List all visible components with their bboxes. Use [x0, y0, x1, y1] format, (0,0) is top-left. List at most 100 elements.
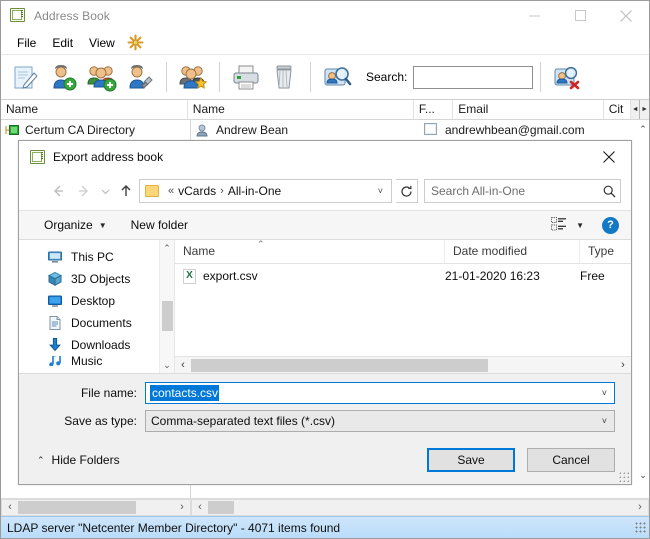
- address-breadcrumb-bar[interactable]: « vCards › All-in-One ˅: [139, 179, 392, 203]
- file-col-header-type[interactable]: Type: [580, 240, 631, 263]
- file-list-rows[interactable]: X export.csv 21-01-2020 16:23 Free: [175, 264, 631, 356]
- sidebar-item-this-pc[interactable]: This PC: [19, 246, 174, 268]
- contact-email: andrewhbean@gmail.com: [445, 123, 585, 137]
- breadcrumb-overflow[interactable]: «: [164, 185, 178, 197]
- view-dropdown-caret-icon[interactable]: ▼: [576, 221, 584, 230]
- dialog-resize-grip-icon[interactable]: [619, 472, 629, 482]
- save-button[interactable]: Save: [427, 448, 515, 472]
- 3d-objects-icon: [47, 271, 63, 287]
- sidebar-scroll-track[interactable]: [160, 256, 175, 357]
- recent-locations-button[interactable]: [97, 178, 113, 204]
- forward-button[interactable]: [71, 178, 97, 204]
- maximize-button[interactable]: [557, 1, 603, 30]
- chevron-down-icon[interactable]: ˅: [595, 416, 614, 426]
- cancel-button[interactable]: Cancel: [527, 448, 615, 472]
- new-contact-icon[interactable]: [45, 58, 83, 96]
- file-name-input[interactable]: contacts.csv ˅: [145, 382, 615, 404]
- hscroll-right-arrow[interactable]: ›: [174, 500, 190, 515]
- col-header-name[interactable]: Name: [188, 100, 414, 119]
- dialog-close-button[interactable]: [587, 142, 631, 172]
- file-hscroll-right[interactable]: ›: [615, 359, 631, 371]
- col-header-email[interactable]: Email: [453, 100, 604, 119]
- menu-item-edit[interactable]: Edit: [44, 33, 81, 53]
- file-hscroll-thumb[interactable]: [191, 358, 488, 372]
- file-list-hscrollbar[interactable]: ‹ ›: [175, 356, 631, 373]
- clear-search-icon[interactable]: [548, 58, 586, 96]
- new-folder-button[interactable]: New folder: [124, 215, 195, 235]
- scroll-up-arrow[interactable]: ⌃: [160, 240, 175, 256]
- new-message-icon[interactable]: [7, 58, 45, 96]
- breadcrumb-segment-vcards[interactable]: vCards: [178, 184, 216, 198]
- sidebar-item-music[interactable]: Music: [19, 356, 174, 366]
- search-icon[interactable]: [598, 185, 620, 198]
- file-hscroll-track[interactable]: [191, 358, 615, 372]
- help-button[interactable]: ?: [602, 216, 619, 234]
- view-layout-icon[interactable]: [551, 216, 567, 234]
- downloads-icon: [47, 337, 63, 353]
- chevron-up-icon: ⌃: [37, 454, 45, 465]
- search-folder-box[interactable]: Search All-in-One: [424, 179, 621, 203]
- search-folder-placeholder[interactable]: Search All-in-One: [425, 184, 598, 198]
- table-row[interactable]: Andrew Bean andrewhbean@gmail.com: [191, 120, 649, 140]
- new-group-icon[interactable]: [83, 58, 121, 96]
- file-row[interactable]: X export.csv 21-01-2020 16:23 Free: [175, 264, 631, 288]
- sidebar-item-documents[interactable]: Documents: [19, 312, 174, 334]
- sidebar-scrollbar[interactable]: ⌃ ⌄: [159, 240, 174, 373]
- header-scroll-right[interactable]: ►: [640, 100, 649, 119]
- dialog-body: This PC 3D Objects Desktop Documents Dow…: [19, 239, 631, 374]
- tree-expander-icon[interactable]: [5, 123, 21, 137]
- file-col-header-date[interactable]: Date modified: [445, 240, 580, 263]
- hscroll-track[interactable]: [208, 500, 632, 515]
- vertical-scroll-down[interactable]: ⌄: [637, 470, 649, 481]
- sidebar-item-downloads[interactable]: Downloads: [19, 334, 174, 356]
- print-icon[interactable]: [227, 58, 265, 96]
- sidebar-item-desktop[interactable]: Desktop: [19, 290, 174, 312]
- file-hscroll-left[interactable]: ‹: [175, 359, 191, 371]
- breadcrumb-segment-allinone[interactable]: All-in-One: [228, 184, 281, 198]
- new-folder-label: New folder: [130, 218, 188, 232]
- scroll-down-arrow[interactable]: ⌄: [160, 357, 175, 373]
- list-item[interactable]: Certum CA Directory: [1, 120, 190, 140]
- chevron-down-icon[interactable]: ˅: [595, 388, 614, 398]
- col-header-city[interactable]: Cit: [604, 100, 632, 119]
- save-as-type-select[interactable]: Comma-separated text files (*.csv) ˅: [145, 410, 615, 432]
- left-pane-hscrollbar[interactable]: ‹ ›: [1, 499, 191, 516]
- file-name-value[interactable]: contacts.csv: [150, 385, 220, 401]
- hscroll-track[interactable]: [18, 500, 174, 515]
- sidebar-item-3d-objects[interactable]: 3D Objects: [19, 268, 174, 290]
- file-col-header-name[interactable]: Name: [175, 240, 445, 263]
- menu-item-file[interactable]: File: [9, 33, 44, 53]
- hscroll-thumb[interactable]: [208, 501, 234, 514]
- hscroll-right-arrow[interactable]: ›: [632, 500, 648, 515]
- delete-icon[interactable]: [265, 58, 303, 96]
- vertical-scroll-up[interactable]: ⌃: [637, 120, 649, 138]
- new-directory-icon[interactable]: [174, 58, 212, 96]
- right-pane-hscrollbar[interactable]: ‹ ›: [191, 499, 649, 516]
- resize-grip-icon[interactable]: [635, 521, 647, 534]
- navigation-sidebar[interactable]: This PC 3D Objects Desktop Documents Dow…: [19, 240, 174, 373]
- close-button[interactable]: [603, 1, 649, 30]
- hscroll-thumb[interactable]: [18, 501, 136, 514]
- sunburst-star-icon[interactable]: [127, 34, 144, 51]
- left-pane-header-name[interactable]: Name: [1, 100, 188, 119]
- list-column-headers: Name Name F... Email Cit ◄ ►: [1, 100, 649, 120]
- hide-folders-button[interactable]: ⌃ Hide Folders: [37, 453, 120, 467]
- hscroll-left-arrow[interactable]: ‹: [2, 500, 18, 515]
- edit-contact-icon[interactable]: [121, 58, 159, 96]
- menu-item-view[interactable]: View: [81, 33, 123, 53]
- back-button[interactable]: [45, 178, 71, 204]
- up-button[interactable]: [113, 178, 139, 204]
- find-contact-icon[interactable]: [318, 58, 356, 96]
- minimize-button[interactable]: [511, 1, 557, 30]
- sidebar-scroll-thumb[interactable]: [161, 301, 173, 332]
- organize-button[interactable]: Organize ▼: [37, 215, 114, 235]
- hscroll-left-arrow[interactable]: ‹: [192, 500, 208, 515]
- file-name-cell[interactable]: X export.csv: [175, 268, 445, 284]
- header-scroll-left[interactable]: ◄: [631, 100, 641, 119]
- address-book-icon: [10, 7, 26, 24]
- col-header-flag[interactable]: F...: [414, 100, 454, 119]
- csv-file-icon: X: [183, 268, 196, 284]
- dialog-titlebar: Export address book: [19, 141, 631, 172]
- chevron-down-icon[interactable]: ˅: [370, 186, 391, 196]
- refresh-button[interactable]: [396, 179, 418, 203]
